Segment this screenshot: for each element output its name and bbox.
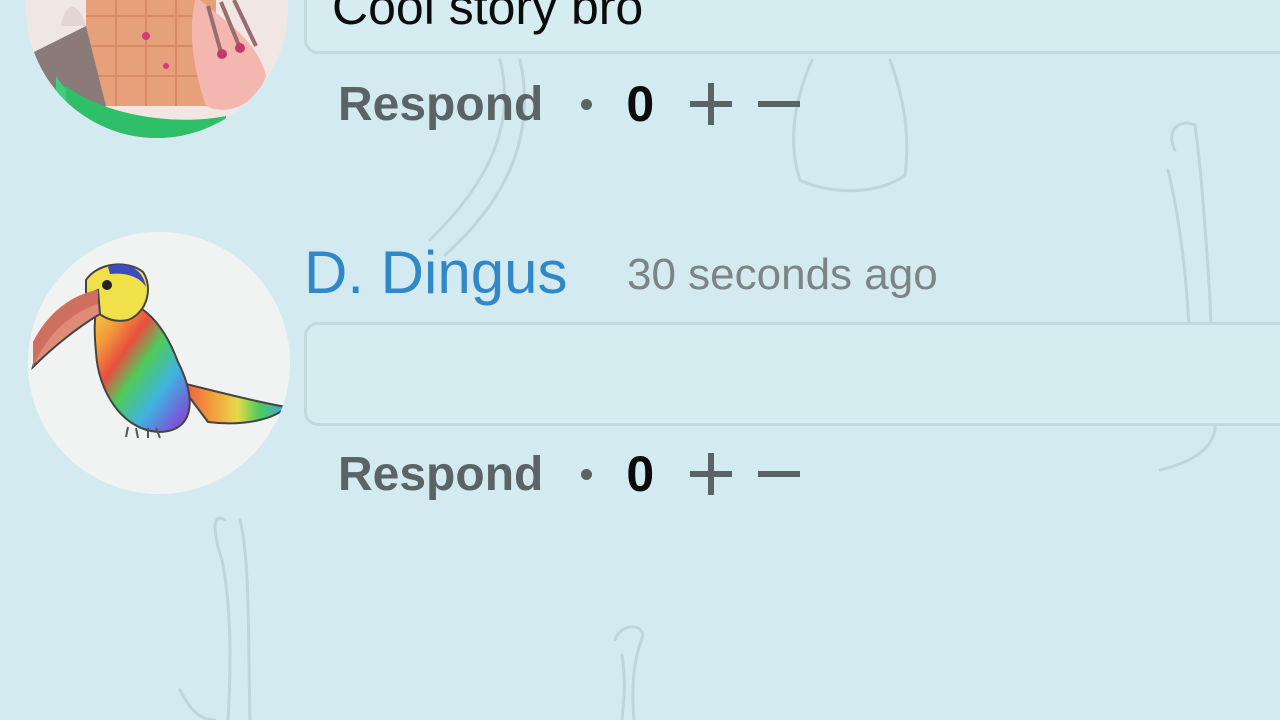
vote-score: 0	[626, 446, 655, 502]
respond-button[interactable]: Respond	[338, 447, 543, 502]
person-photo-avatar[interactable]	[26, 0, 288, 138]
comment-actions: Respond 0	[338, 442, 802, 506]
vote-score: 0	[626, 76, 655, 132]
comment-bubble	[304, 322, 1280, 426]
plus-icon[interactable]	[688, 451, 734, 497]
respond-button[interactable]: Respond	[338, 77, 543, 132]
comment-text: Cool story bro	[332, 0, 644, 35]
minus-icon[interactable]	[756, 81, 802, 127]
minus-icon[interactable]	[756, 451, 802, 497]
person-photo-image	[26, 0, 288, 138]
separator-dot	[581, 98, 593, 110]
comment-actions: Respond 0	[338, 72, 802, 136]
toucan-drawing-avatar[interactable]	[28, 232, 290, 494]
separator-dot	[581, 468, 593, 480]
comment-timestamp: 30 seconds ago	[627, 250, 938, 299]
toucan-drawing-image	[28, 232, 290, 494]
comment-author[interactable]: D. Dingus	[304, 238, 567, 307]
plus-icon[interactable]	[688, 81, 734, 127]
